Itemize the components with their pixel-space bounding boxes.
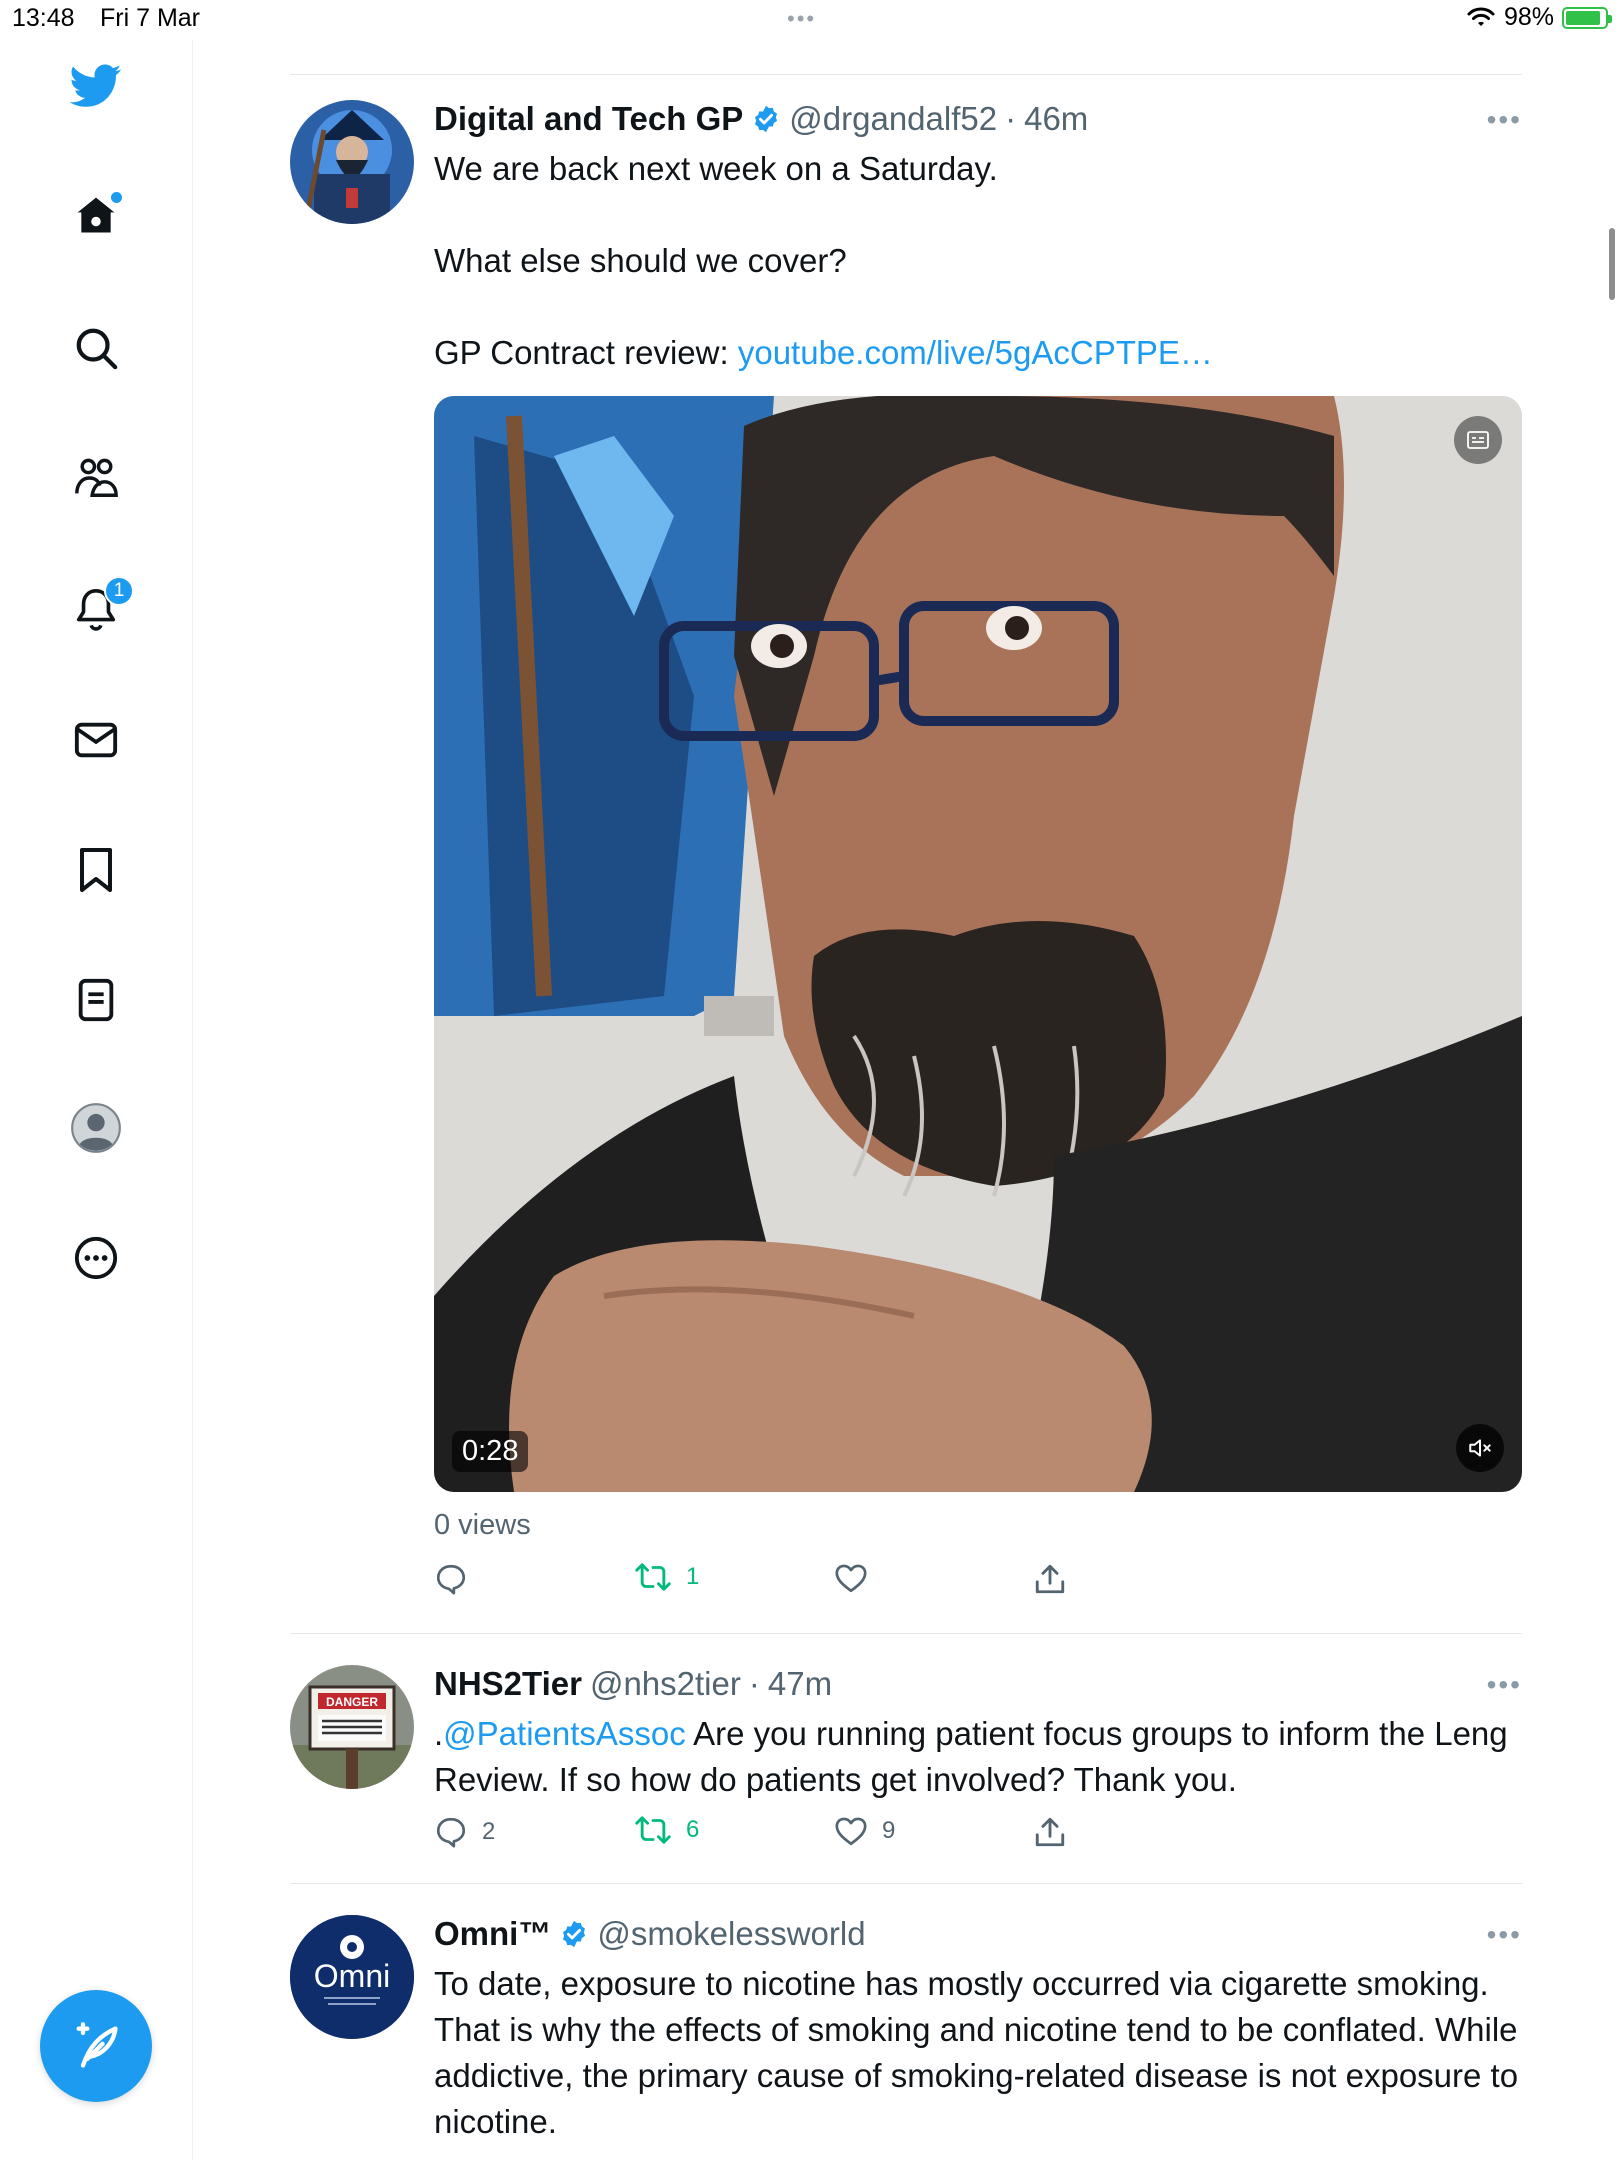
battery-percent: 98%	[1503, 3, 1554, 31]
author-name[interactable]: Digital and Tech GP	[434, 100, 743, 138]
link-prefix: GP Contract review:	[434, 334, 738, 371]
tweet-time[interactable]: 47m	[768, 1665, 832, 1703]
tweet-line: What else should we cover?	[434, 242, 847, 279]
reply-button[interactable]	[434, 1562, 482, 1596]
status-date: Fri 7 Mar	[100, 4, 200, 32]
notifications-badge: 1	[104, 576, 134, 606]
tweet-text: To date, exposure to nicotine has mostly…	[434, 1965, 1519, 2140]
compose-tweet-button[interactable]	[40, 1990, 152, 2102]
tweet-actions: 1	[434, 1562, 1134, 1602]
video-duration: 0:28	[452, 1431, 529, 1472]
wifi-icon	[1467, 7, 1495, 26]
battery-icon	[1562, 6, 1612, 29]
retweet-icon	[635, 1816, 671, 1844]
heart-icon	[835, 1564, 867, 1593]
tweet-video[interactable]: 0:28	[434, 396, 1522, 1492]
like-button[interactable]: 9	[834, 1815, 895, 1847]
status-right: 98%	[1466, 3, 1612, 32]
twitter-logo-icon[interactable]	[70, 60, 122, 112]
author-name[interactable]: Omni™	[434, 1915, 551, 1953]
more-icon[interactable]	[70, 1232, 122, 1284]
search-icon[interactable]	[70, 322, 122, 374]
tweet-actions: 2 6 9	[434, 1815, 1134, 1855]
tweet-text: .@PatientsAssoc Are you running patient …	[434, 1711, 1522, 1803]
reply-icon	[436, 1817, 466, 1848]
avatar[interactable]: Omni	[290, 1915, 414, 2039]
notifications-icon[interactable]: 1	[70, 576, 134, 636]
tweet-header: Digital and Tech GP @drgandalf52 · 46m	[434, 100, 1088, 138]
tweet-more-icon[interactable]: •••	[1487, 104, 1522, 136]
author-handle[interactable]: @smokelessworld	[597, 1915, 865, 1953]
retweet-count: 1	[686, 1563, 700, 1590]
avatar-logo-text: Omni	[314, 1958, 390, 1994]
status-bar: 13:48 Fri 7 Mar ••• 98%	[0, 0, 1620, 40]
tweet-line: We are back next week on a Saturday.	[434, 150, 998, 187]
compose-feather-icon	[76, 2022, 118, 2068]
messages-icon[interactable]	[70, 714, 122, 766]
mute-toggle-button[interactable]	[1456, 1424, 1504, 1472]
author-name[interactable]: NHS2Tier	[434, 1665, 582, 1703]
reply-icon	[436, 1564, 466, 1595]
reply-button[interactable]: 2	[434, 1815, 495, 1849]
bookmarks-icon[interactable]	[70, 844, 122, 896]
separator: ·	[748, 1665, 760, 1702]
video-frame	[434, 396, 1522, 1492]
lists-icon[interactable]	[70, 974, 122, 1026]
tweet-header: NHS2Tier @nhs2tier · 47m	[434, 1665, 832, 1703]
tweet-header: Omni™ @smokelessworld	[434, 1915, 866, 1953]
separator: ·	[1005, 100, 1017, 137]
scrollbar[interactable]	[1609, 228, 1615, 300]
avatar-sign-text: DANGER	[326, 1695, 378, 1709]
tweet-text: We are back next week on a Saturday. Wha…	[434, 146, 1522, 376]
status-time: 13:48	[12, 4, 75, 32]
verified-badge-icon	[563, 1920, 586, 1948]
multitasking-dots[interactable]: •••	[787, 6, 816, 32]
retweet-count: 6	[686, 1816, 700, 1843]
tweet-divider	[290, 1883, 1522, 1884]
mention-prefix: .	[434, 1715, 444, 1752]
captions-icon[interactable]	[1454, 416, 1502, 464]
communities-icon[interactable]	[70, 452, 122, 504]
like-button[interactable]	[834, 1562, 882, 1594]
tweet-link[interactable]: youtube.com/live/5gAcCPTPE…	[738, 334, 1213, 371]
avatar[interactable]: DANGER	[290, 1665, 414, 1789]
tweet-link-line: GP Contract review: youtube.com/live/5gA…	[434, 330, 1522, 376]
share-button[interactable]	[1034, 1562, 1066, 1596]
view-count: 0 views	[434, 1509, 531, 1541]
tweet-time[interactable]: 46m	[1024, 100, 1088, 138]
sidebar: 1	[0, 40, 193, 2160]
avatar[interactable]	[290, 100, 414, 224]
reply-count: 2	[482, 1818, 496, 1845]
profile-icon[interactable]	[70, 1102, 122, 1154]
like-count: 9	[882, 1817, 896, 1844]
tweet-more-icon[interactable]: •••	[1487, 1669, 1522, 1701]
share-icon	[1035, 1817, 1065, 1847]
share-button[interactable]	[1034, 1815, 1066, 1849]
retweet-button[interactable]: 6	[634, 1815, 699, 1845]
feed-divider	[290, 74, 1522, 75]
share-icon	[1035, 1564, 1065, 1594]
retweet-button[interactable]: 1	[634, 1562, 699, 1592]
heart-icon	[835, 1817, 867, 1846]
mention-link[interactable]: @PatientsAssoc	[443, 1715, 686, 1752]
home-icon[interactable]	[70, 190, 122, 242]
home-unread-dot	[111, 192, 122, 203]
author-handle[interactable]: @drgandalf52	[789, 100, 997, 138]
author-handle[interactable]: @nhs2tier	[590, 1665, 741, 1703]
tweet-divider	[290, 1633, 1522, 1634]
verified-badge-icon	[755, 105, 778, 133]
muted-speaker-icon	[1469, 1439, 1491, 1457]
retweet-icon	[635, 1563, 671, 1591]
tweet-more-icon[interactable]: •••	[1487, 1919, 1522, 1951]
